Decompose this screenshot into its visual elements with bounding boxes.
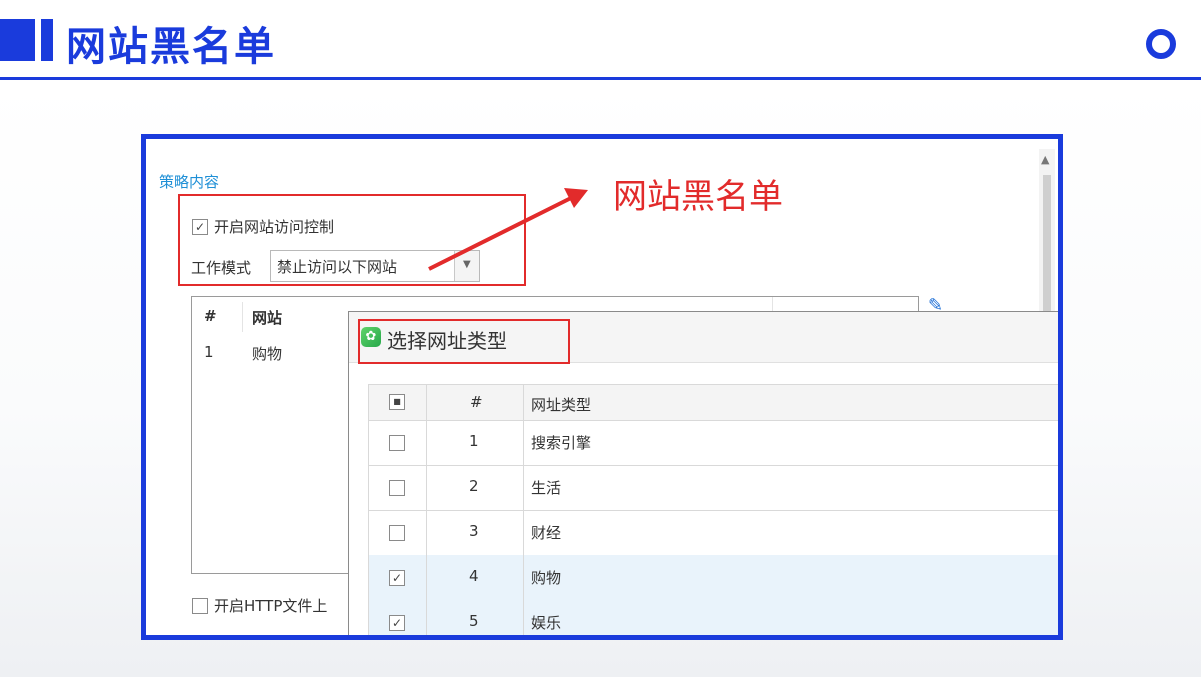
slide-header: 网站黑名单 [0, 0, 1201, 80]
policy-panel: ▲ 策略内容 ✓ 开启网站访问控制 工作模式 禁止访问以下网站 ▼ 网站黑名单 … [146, 139, 1058, 635]
list-header-num: # [204, 307, 217, 325]
row-num-cell: 5 [426, 600, 524, 635]
row-checkbox[interactable] [389, 435, 405, 451]
row-num-cell: 3 [426, 510, 524, 555]
column-divider [242, 302, 243, 332]
column-header-num: # [470, 393, 483, 411]
table-row[interactable]: 3 财经 [369, 510, 1058, 556]
list-row-num: 1 [204, 343, 214, 361]
row-type: 财经 [531, 524, 562, 542]
table-row[interactable]: 1 搜索引擎 [369, 420, 1058, 466]
annotation-label: 网站黑名单 [613, 177, 783, 217]
row-checkbox[interactable] [389, 525, 405, 541]
circle-icon [1146, 29, 1176, 59]
row-num-cell: 4 [426, 555, 524, 600]
row-checkbox[interactable] [389, 480, 405, 496]
header-num-cell: # [426, 385, 524, 420]
page-title: 网站黑名单 [66, 24, 276, 70]
row-num: 3 [469, 522, 479, 540]
url-type-table: ■ # 网址类型 1 搜索引擎 2 生活 3 财经 ✓ 4 购物 ✓ 5 娱乐 [368, 384, 1058, 635]
row-num: 5 [469, 612, 479, 630]
row-num: 1 [469, 432, 479, 450]
column-header-type: 网址类型 [531, 396, 592, 414]
highlight-box-dialog-title [358, 319, 570, 364]
table-header-row: ■ # 网址类型 [369, 385, 1058, 421]
row-checkbox-cell: ✓ [369, 555, 427, 600]
table-row[interactable]: 2 生活 [369, 465, 1058, 511]
row-type: 购物 [531, 569, 562, 587]
row-checkbox-cell [369, 510, 427, 555]
row-checkbox-cell [369, 465, 427, 510]
enable-http-upload-label: 开启HTTP文件上 [214, 597, 328, 615]
list-header-site: 网站 [252, 309, 283, 327]
enable-http-upload-checkbox[interactable] [192, 598, 208, 614]
row-checkbox[interactable]: ✓ [389, 570, 405, 586]
header-divider [0, 77, 1201, 80]
row-checkbox-cell: ✓ [369, 600, 427, 635]
row-num: 4 [469, 567, 479, 585]
list-row-site: 购物 [252, 345, 283, 363]
screenshot-frame: ▲ 策略内容 ✓ 开启网站访问控制 工作模式 禁止访问以下网站 ▼ 网站黑名单 … [141, 134, 1063, 640]
row-num-cell: 1 [426, 420, 524, 465]
row-type: 生活 [531, 479, 562, 497]
row-num-cell: 2 [426, 465, 524, 510]
row-checkbox[interactable]: ✓ [389, 615, 405, 631]
row-checkbox-cell [369, 420, 427, 465]
row-num: 2 [469, 477, 479, 495]
row-type: 搜索引擎 [531, 434, 592, 452]
header-bar-mark [41, 19, 53, 61]
table-row-selected[interactable]: ✓ 4 购物 [369, 555, 1058, 601]
table-row-selected[interactable]: ✓ 5 娱乐 [369, 600, 1058, 635]
header-square-mark [0, 19, 35, 61]
header-checkbox-cell: ■ [369, 385, 427, 420]
row-type: 娱乐 [531, 614, 562, 632]
select-all-checkbox[interactable]: ■ [389, 394, 405, 410]
